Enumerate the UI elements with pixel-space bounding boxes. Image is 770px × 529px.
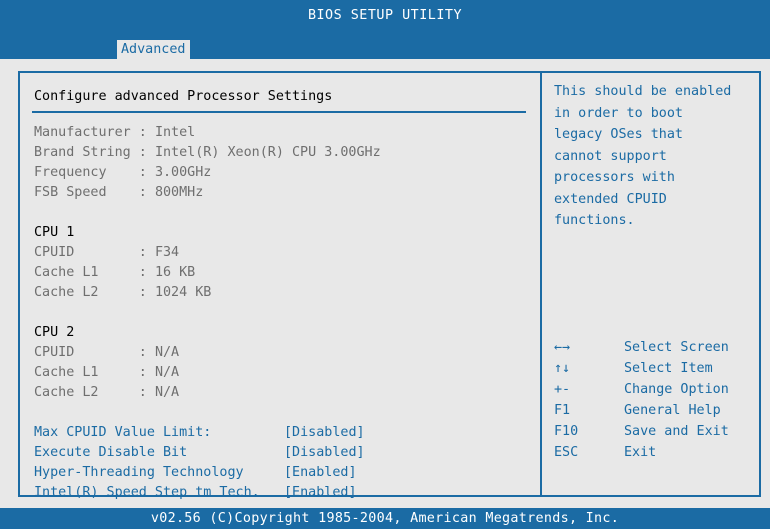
key-row-select-item: ↑↓ Select Item — [554, 358, 754, 379]
help-pane: This should be enabled in order to boot … — [554, 81, 754, 232]
cpu1-row-cache-l1: Cache L1 : 16 KB — [34, 265, 196, 280]
info-row-manufacturer: Manufacturer : Intel — [34, 125, 196, 140]
key-row-general-help: F1 General Help — [554, 403, 721, 418]
option-execute-disable-bit[interactable]: Execute Disable Bit [Disabled] — [34, 443, 530, 463]
key-row-save-exit: F10 Save and Exit — [554, 424, 729, 439]
cpu2-title: CPU 2 — [34, 325, 75, 340]
cpu2-row-cache-l2: Cache L2 : N/A — [34, 385, 180, 400]
help-text: This should be enabled in order to boot … — [554, 84, 732, 228]
main-frame: Configure advanced Processor Settings Ma… — [18, 71, 761, 500]
tab-bar: Advanced — [0, 33, 770, 59]
bios-title-bar: BIOS SETUP UTILITY — [0, 0, 770, 33]
info-row-brand-string: Brand String : Intel(R) Xeon(R) CPU 3.00… — [34, 145, 381, 160]
key-legend: ←→ Select Screen ↑↓ Select Item +- Change O… — [554, 337, 754, 463]
section-heading: Configure advanced Processor Settings — [34, 89, 333, 104]
cpu1-row-cpuid: CPUID : F34 — [34, 245, 180, 260]
up-down-arrows-icon: ↑↓ — [554, 361, 571, 376]
copyright-footer: v02.56 (C)Copyright 1985-2004, American … — [0, 508, 770, 529]
option-speed-step[interactable]: Intel(R) Speed Step tm Tech. [Enabled] — [34, 483, 530, 503]
info-row-frequency: Frequency : 3.00GHz — [34, 165, 212, 180]
copyright-text: v02.56 (C)Copyright 1985-2004, American … — [150, 511, 620, 526]
pane-divider — [540, 73, 542, 495]
option-hyper-threading[interactable]: Hyper-Threading Technology [Enabled] — [34, 463, 530, 483]
left-right-arrows-icon: ←→ — [554, 340, 571, 355]
cpu2-row-cpuid: CPUID : N/A — [34, 345, 180, 360]
tab-advanced[interactable]: Advanced — [117, 40, 190, 59]
settings-pane: Configure advanced Processor Settings Ma… — [32, 87, 530, 503]
option-max-cpuid-limit[interactable]: Max CPUID Value Limit: [Disabled] — [34, 423, 530, 443]
key-row-select-screen: ←→ Select Screen — [554, 337, 754, 358]
cpu1-row-cache-l2: Cache L2 : 1024 KB — [34, 285, 212, 300]
processor-info: Manufacturer : Intel Brand String : Inte… — [34, 123, 530, 203]
heading-divider — [32, 111, 526, 113]
cpu1-title: CPU 1 — [34, 225, 75, 240]
bios-title: BIOS SETUP UTILITY — [307, 8, 463, 23]
key-row-change-option: +- Change Option — [554, 382, 729, 397]
key-row-exit: ESC Exit — [554, 445, 657, 460]
info-row-fsb-speed: FSB Speed : 800MHz — [34, 185, 204, 200]
cpu2-row-cache-l1: Cache L1 : N/A — [34, 365, 180, 380]
